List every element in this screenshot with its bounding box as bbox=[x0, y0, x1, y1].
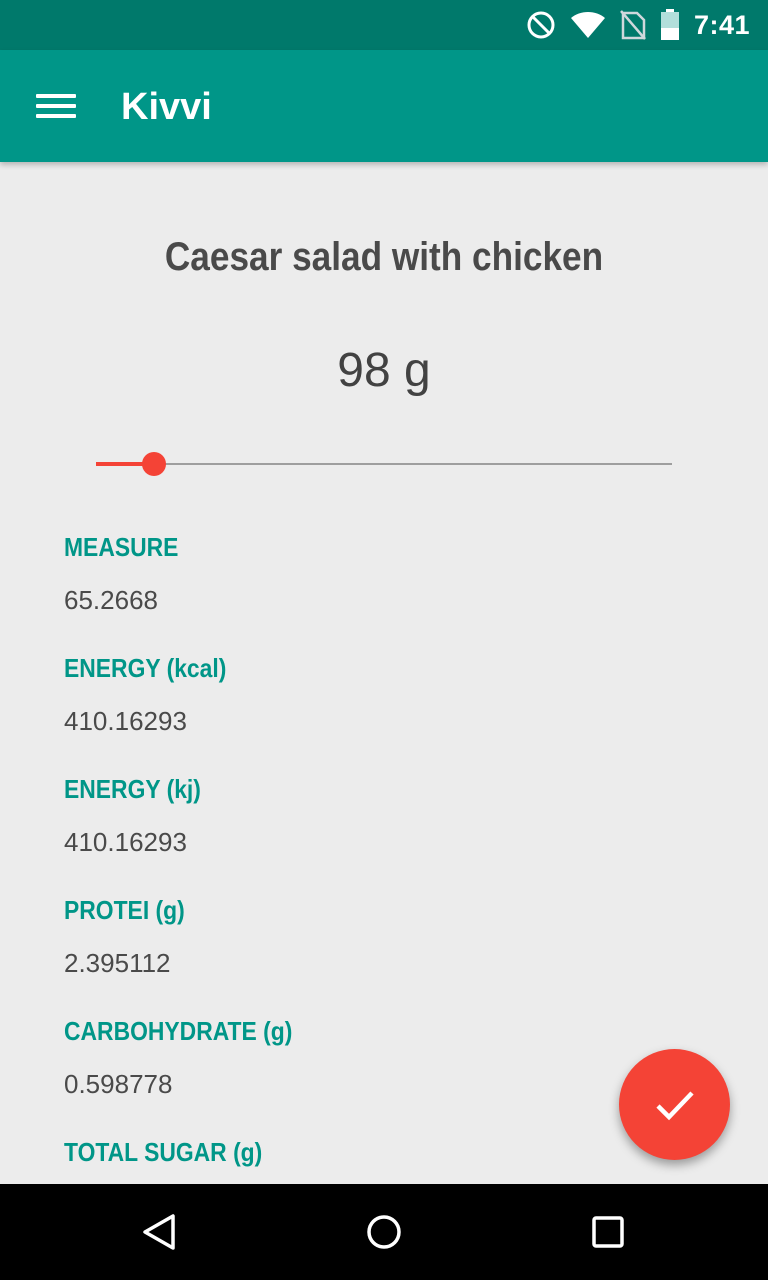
nutrient-item: PROTEI (g) 2.395112 bbox=[64, 895, 704, 1016]
food-name: Caesar salad with chicken bbox=[164, 235, 604, 279]
no-sim-icon bbox=[620, 10, 646, 40]
nutrient-label: PROTEI (g) bbox=[64, 895, 185, 925]
home-icon bbox=[367, 1215, 401, 1249]
check-icon bbox=[655, 1090, 694, 1120]
status-time: 7:41 bbox=[693, 9, 750, 40]
nav-recents-button[interactable] bbox=[576, 1202, 640, 1262]
back-icon bbox=[143, 1214, 175, 1250]
nutrient-label: CARBOHYDRATE (g) bbox=[64, 1016, 293, 1046]
status-icons: 7:41 bbox=[526, 0, 750, 50]
battery-icon bbox=[660, 9, 679, 40]
nutrient-label: TOTAL SUGAR (g) bbox=[64, 1137, 263, 1167]
nutrient-value: 65.2668 bbox=[64, 585, 158, 615]
food-detail-content: Caesar salad with chicken 98 g MEASURE 6… bbox=[0, 162, 768, 1184]
wifi-icon bbox=[570, 12, 605, 38]
portion-amount: 98 g bbox=[337, 344, 431, 397]
nutrient-list: MEASURE 65.2668 ENERGY (kcal) 410.16293 … bbox=[64, 532, 704, 1184]
nutrient-label: ENERGY (kj) bbox=[64, 774, 201, 804]
confirm-button[interactable] bbox=[619, 1049, 730, 1160]
system-nav-bar bbox=[0, 1184, 768, 1280]
nutrient-item: CARBOHYDRATE (g) 0.598778 bbox=[64, 1016, 704, 1137]
status-bar: 7:41 bbox=[0, 0, 768, 50]
nutrient-value: 410.16293 bbox=[64, 706, 187, 736]
nutrient-item: ENERGY (kcal) 410.16293 bbox=[64, 653, 704, 774]
slider-track bbox=[96, 463, 672, 465]
nav-back-button[interactable] bbox=[128, 1202, 192, 1262]
nutrient-value: 410.16293 bbox=[64, 827, 187, 857]
portion-slider[interactable] bbox=[96, 450, 672, 480]
nutrient-item: TOTAL SUGAR (g) bbox=[64, 1137, 704, 1184]
nutrient-item: MEASURE 65.2668 bbox=[64, 532, 704, 653]
do-not-disturb-icon bbox=[527, 11, 555, 39]
app-bar: Kivvi bbox=[0, 50, 768, 162]
recents-icon bbox=[592, 1216, 624, 1248]
nav-home-button[interactable] bbox=[352, 1202, 416, 1262]
nutrient-item: ENERGY (kj) 410.16293 bbox=[64, 774, 704, 895]
nutrient-value: 0.598778 bbox=[64, 1069, 173, 1099]
app-title: Kivvi bbox=[121, 86, 212, 128]
hamburger-menu-icon[interactable] bbox=[36, 94, 76, 118]
nutrient-label: ENERGY (kcal) bbox=[64, 653, 227, 683]
slider-thumb[interactable] bbox=[142, 452, 166, 476]
nutrient-label: MEASURE bbox=[64, 532, 179, 562]
nutrient-value: 2.395112 bbox=[64, 948, 171, 978]
